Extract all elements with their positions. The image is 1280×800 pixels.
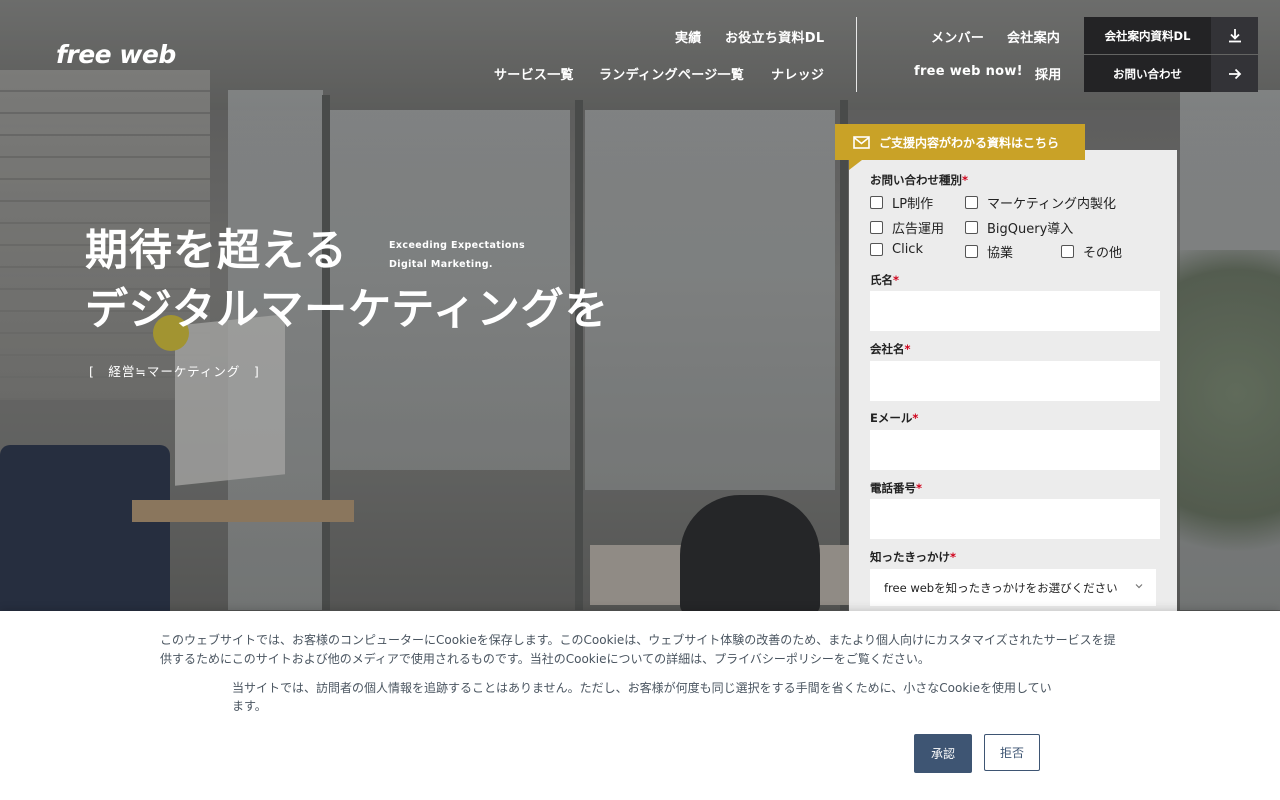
cta-label: お問い合わせ [1113,66,1182,81]
form-ribbon-text: ご支援内容がわかる資料はこちら [879,135,1060,150]
checkbox-label: その他 [1083,246,1123,261]
inquiry-type-label: お問い合わせ種別* [870,172,968,188]
phone-label: 電話番号* [870,480,922,496]
cookie-accept-button[interactable]: 承認 [914,734,972,773]
nav-divider [856,17,857,92]
label-text: 知ったきっかけ [870,550,951,564]
nav-services[interactable]: サービス一覧 [494,64,574,83]
checkbox-label: LP制作 [892,197,934,212]
email-input[interactable] [870,430,1160,470]
source-select[interactable]: free webを知ったきっかけをお選びください [870,569,1156,606]
checkbox-box[interactable] [965,196,978,209]
ribbon-tail [849,160,862,170]
name-label: 氏名* [870,272,899,288]
required-mark: * [912,411,919,425]
cookie-text-secondary: 当サイトでは、訪問者の個人情報を追跡することはありません。ただし、お客様が何度も… [232,681,1052,713]
checkbox-lp[interactable]: LP制作 [870,193,933,212]
email-label: Eメール* [870,410,918,426]
nav-resources-dl[interactable]: お役立ち資料DL [725,27,824,46]
nav-company[interactable]: 会社案内 [1007,27,1060,46]
checkbox-marketing-inhouse[interactable]: マーケティング内製化 [965,193,1116,212]
required-mark: * [904,342,911,356]
checkbox-box[interactable] [870,221,883,234]
nav-free-web-now[interactable]: free web now! [914,64,1023,79]
required-mark: * [962,173,969,187]
checkbox-box[interactable] [965,245,978,258]
chevron-down-icon [1134,580,1144,594]
checkbox-label: 協業 [987,246,1014,261]
checkbox-other[interactable]: その他 [1061,242,1122,261]
hero-subtitle-line2: Digital Marketing. [389,259,493,270]
form-ribbon[interactable]: ご支援内容がわかる資料はこちら [835,124,1085,170]
cta-label: 会社案内資料DL [1104,28,1191,43]
nav-landing-pages[interactable]: ランディングページ一覧 [599,64,744,83]
company-brochure-download-button[interactable]: 会社案内資料DL [1084,17,1258,54]
hero-subtitle: Exceeding Expectations Digital Marketing… [389,236,525,274]
nav-knowledge[interactable]: ナレッジ [771,64,824,83]
required-mark: * [893,273,900,287]
arrow-right-icon [1211,55,1258,92]
label-text: 電話番号 [870,481,916,495]
hero-title-line2: デジタルマーケティングを [85,285,609,335]
checkbox-box[interactable] [870,196,883,209]
checkbox-partnership[interactable]: 協業 [965,242,1013,261]
label-text: Eメール [870,411,913,425]
cookie-text-primary: このウェブサイトでは、お客様のコンピューターにCookieを保存します。このCo… [160,633,1116,666]
logo[interactable]: free web [56,40,176,69]
download-icon [1211,17,1258,54]
label-text: 氏名 [870,273,893,287]
company-label: 会社名* [870,341,911,357]
select-value: free webを知ったきっかけをお選びください [884,580,1118,595]
contact-button[interactable]: お問い合わせ [1084,55,1258,92]
hero-title-line1: 期待を超える [85,226,348,276]
source-label: 知ったきっかけ* [870,549,956,565]
cookie-banner: このウェブサイトでは、お客様のコンピューターにCookieを保存します。このCo… [0,611,1280,800]
hero-tagline: [ 経営≒マーケティング ] [89,364,260,379]
checkbox-bigquery[interactable]: BigQuery導入 [965,218,1073,237]
name-input[interactable] [870,291,1160,331]
checkbox-label: 広告運用 [892,222,945,237]
cookie-decline-button[interactable]: 拒否 [984,734,1040,771]
required-mark: * [916,481,923,495]
hero-subtitle-line1: Exceeding Expectations [389,240,526,251]
checkbox-click[interactable]: Click [870,242,923,257]
hero-title: 期待を超える デジタルマーケティングを [85,222,609,340]
checkbox-box[interactable] [965,221,978,234]
checkbox-ads[interactable]: 広告運用 [870,218,944,237]
phone-input[interactable] [870,499,1160,539]
nav-members[interactable]: メンバー [931,27,984,46]
nav-works[interactable]: 実績 [675,27,702,46]
label-text: お問い合わせ種別 [870,173,962,187]
required-mark: * [950,550,957,564]
mail-icon [853,135,870,149]
checkbox-box[interactable] [870,243,883,256]
checkbox-label: BigQuery導入 [987,222,1074,237]
checkbox-label: マーケティング内製化 [987,197,1116,212]
checkbox-label: Click [892,242,923,257]
label-text: 会社名 [870,342,905,356]
company-input[interactable] [870,361,1160,401]
nav-recruit[interactable]: 採用 [1035,64,1062,83]
checkbox-box[interactable] [1061,245,1074,258]
